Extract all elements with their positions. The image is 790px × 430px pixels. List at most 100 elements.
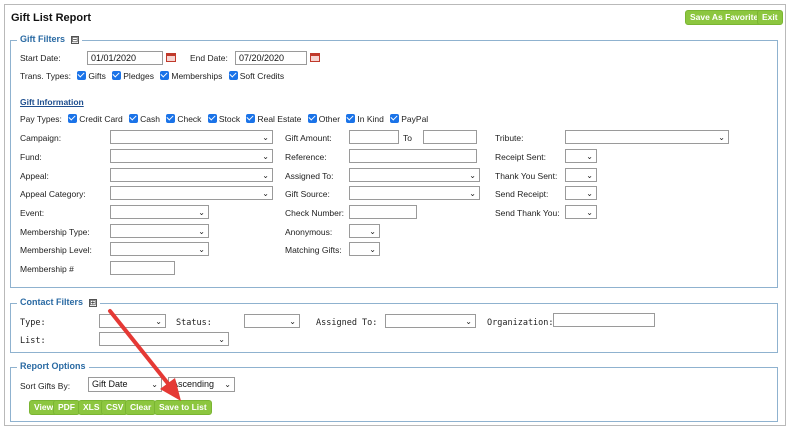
calendar-icon[interactable]: [310, 53, 320, 62]
fund-label: Fund:: [20, 152, 42, 162]
send-receipt-label: Send Receipt:: [495, 189, 549, 199]
gift-amount-to-input[interactable]: [423, 130, 477, 144]
matching-gifts-label: Matching Gifts:: [285, 245, 342, 255]
receipt-sent-select[interactable]: ⌄: [565, 149, 597, 163]
organization-input[interactable]: [553, 313, 655, 327]
contact-assigned-to-select[interactable]: ⌄: [385, 314, 476, 328]
checkbox-icon[interactable]: [160, 71, 170, 80]
calendar-icon[interactable]: [166, 53, 176, 62]
gift-information-heading: Gift Information: [20, 97, 84, 107]
appeal-category-select[interactable]: ⌄: [110, 186, 273, 200]
chevron-down-icon: ⌄: [586, 189, 593, 198]
gift-amount-label: Gift Amount:: [285, 133, 332, 143]
assigned-to-select[interactable]: ⌄: [349, 168, 480, 182]
anonymous-select[interactable]: ⌄: [349, 224, 380, 238]
checkbox-icon[interactable]: [390, 114, 400, 123]
appeal-select[interactable]: ⌄: [110, 168, 273, 182]
gift-filters-legend: Gift Filters ⊟: [17, 34, 82, 44]
appeal-label: Appeal:: [20, 171, 49, 181]
collapse-icon[interactable]: ⊟: [70, 35, 79, 44]
checkbox-icon[interactable]: [112, 71, 122, 80]
gift-amount-from-input[interactable]: [349, 130, 399, 144]
anonymous-label: Anonymous:: [285, 227, 333, 237]
checkbox-icon[interactable]: [129, 114, 139, 123]
membership-number-input[interactable]: [110, 261, 175, 275]
chevron-down-icon: ⌄: [718, 133, 725, 142]
pay-type-in-kind[interactable]: In Kind: [346, 114, 384, 124]
membership-level-label: Membership Level:: [20, 245, 92, 255]
pay-type-cash[interactable]: Cash: [129, 114, 160, 124]
checkbox-icon[interactable]: [207, 114, 217, 123]
save-as-favorite-button[interactable]: Save As Favorite: [685, 10, 764, 25]
checkbox-icon[interactable]: [228, 71, 238, 80]
checkbox-icon[interactable]: [77, 71, 87, 80]
campaign-select[interactable]: ⌄: [110, 130, 273, 144]
send-thank-you-label: Send Thank You:: [495, 208, 560, 218]
sort-order-select[interactable]: Ascending ⌄: [168, 377, 235, 392]
contact-status-label: Status:: [176, 318, 212, 328]
start-date-input[interactable]: 01/01/2020: [87, 51, 163, 65]
sort-field-select[interactable]: Gift Date ⌄: [88, 377, 162, 392]
membership-number-label: Membership #: [20, 264, 74, 274]
chevron-down-icon: ⌄: [198, 227, 205, 236]
contact-filters-title: Contact Filters: [20, 297, 84, 307]
matching-gifts-select[interactable]: ⌄: [349, 242, 380, 256]
checkbox-icon[interactable]: [246, 114, 256, 123]
start-date-label: Start Date:: [20, 53, 61, 63]
pay-type-check[interactable]: Check: [166, 114, 201, 124]
chevron-down-icon: ⌄: [262, 152, 269, 161]
clear-button[interactable]: Clear: [125, 400, 157, 415]
send-receipt-select[interactable]: ⌄: [565, 186, 597, 200]
contact-status-select[interactable]: ⌄: [244, 314, 300, 328]
checkbox-icon[interactable]: [307, 114, 317, 123]
trans-type-gifts[interactable]: Gifts: [77, 71, 106, 81]
checkbox-icon[interactable]: [166, 114, 176, 123]
check-number-input[interactable]: [349, 205, 417, 219]
trans-type-pledges[interactable]: Pledges: [112, 71, 154, 81]
reference-input[interactable]: [349, 149, 477, 163]
end-date-input[interactable]: 07/20/2020: [235, 51, 307, 65]
trans-types-label: Trans. Types:: [20, 71, 72, 81]
membership-type-select[interactable]: ⌄: [110, 224, 209, 238]
checkbox-icon[interactable]: [346, 114, 356, 123]
trans-type-soft-credits[interactable]: Soft Credits: [228, 71, 284, 81]
organization-label: Organization:: [487, 318, 554, 328]
chevron-down-icon: ⌄: [586, 152, 593, 161]
contact-type-label: Type:: [20, 318, 46, 328]
event-label: Event:: [20, 208, 45, 218]
event-select[interactable]: ⌄: [110, 205, 209, 219]
contact-assigned-to-label: Assigned To:: [316, 318, 378, 328]
thank-you-sent-label: Thank You Sent:: [495, 171, 558, 181]
chevron-down-icon: ⌄: [262, 133, 269, 142]
pay-type-stock[interactable]: Stock: [207, 114, 240, 124]
check-number-label: Check Number:: [285, 208, 345, 218]
pay-type-paypal[interactable]: PayPal: [390, 114, 428, 124]
checkbox-icon[interactable]: [68, 114, 78, 123]
chevron-down-icon: ⌄: [369, 227, 376, 236]
report-options-legend: Report Options: [17, 361, 89, 371]
chevron-down-icon: ⌄: [262, 189, 269, 198]
pdf-button[interactable]: PDF: [53, 400, 80, 415]
gift-source-select[interactable]: ⌄: [349, 186, 480, 200]
page-title: Gift List Report: [11, 12, 92, 24]
tribute-select[interactable]: ⌄: [565, 130, 729, 144]
chevron-down-icon: ⌄: [289, 317, 296, 326]
trans-type-memberships[interactable]: Memberships: [160, 71, 222, 81]
expand-icon[interactable]: ⊞: [88, 298, 97, 307]
thank-you-sent-select[interactable]: ⌄: [565, 168, 597, 182]
chevron-down-icon: ⌄: [155, 317, 162, 326]
pay-types-row: Pay Types: Credit Card Cash Check Stock …: [20, 114, 432, 124]
end-date-label: End Date:: [190, 53, 228, 63]
contact-list-select[interactable]: ⌄: [99, 332, 229, 346]
assigned-to-label: Assigned To:: [285, 171, 334, 181]
pay-type-real-estate[interactable]: Real Estate: [246, 114, 301, 124]
chevron-down-icon: ⌄: [262, 171, 269, 180]
exit-button[interactable]: Exit: [757, 10, 783, 25]
contact-type-select[interactable]: ⌄: [99, 314, 166, 328]
send-thank-you-select[interactable]: ⌄: [565, 205, 597, 219]
save-to-list-button[interactable]: Save to List: [154, 400, 212, 415]
pay-type-credit-card[interactable]: Credit Card: [68, 114, 123, 124]
pay-type-other[interactable]: Other: [307, 114, 340, 124]
membership-level-select[interactable]: ⌄: [110, 242, 209, 256]
fund-select[interactable]: ⌄: [110, 149, 273, 163]
